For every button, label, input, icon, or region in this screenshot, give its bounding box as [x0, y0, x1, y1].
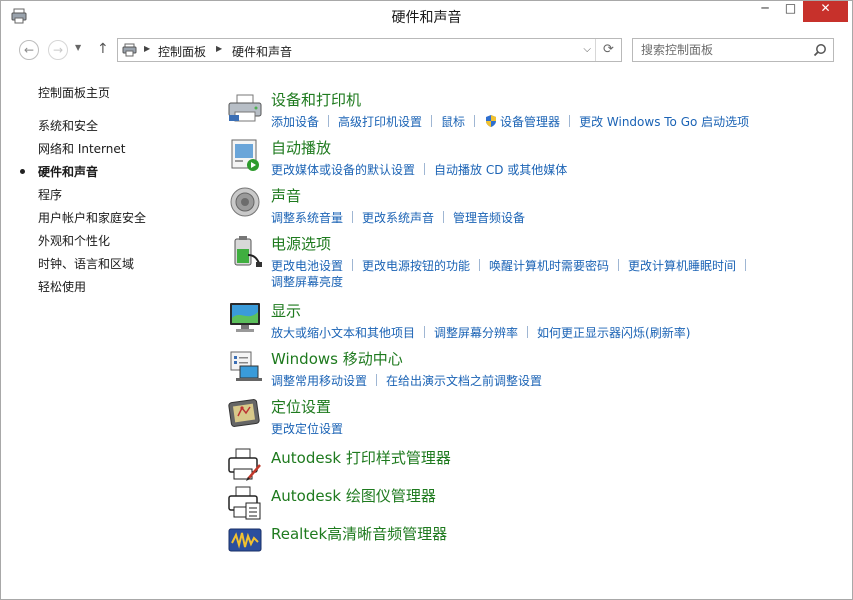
sidebar-item-network[interactable]: 网络和 Internet — [38, 140, 125, 157]
category-title[interactable]: Autodesk 绘图仪管理器 — [271, 485, 436, 506]
search-box[interactable] — [632, 38, 834, 62]
minimize-button[interactable]: ─ — [752, 1, 778, 22]
link-divider — [443, 211, 445, 223]
breadcrumb-separator-icon[interactable]: ▶ — [216, 44, 222, 53]
address-dropdown-icon[interactable]: ⌵ — [583, 44, 591, 55]
link-divider — [424, 326, 426, 338]
category-title[interactable]: 电源选项 — [271, 233, 331, 254]
recent-locations-dropdown-icon[interactable]: ▼ — [75, 43, 81, 52]
autoplay-cd-link[interactable]: 自动播放 CD 或其他媒体 — [434, 163, 567, 177]
category-title[interactable]: 定位设置 — [271, 396, 331, 417]
print-style-icon[interactable] — [226, 447, 264, 483]
link-divider — [328, 115, 330, 127]
link-divider — [745, 259, 747, 271]
sidebar-item-system-security[interactable]: 系统和安全 — [38, 117, 98, 134]
windows-to-go-link[interactable]: 更改 Windows To Go 启动选项 — [579, 115, 749, 129]
category-title[interactable]: 显示 — [271, 300, 301, 321]
category-links: 更改媒体或设备的默认设置 自动播放 CD 或其他媒体 — [271, 161, 567, 178]
link-divider — [527, 326, 529, 338]
back-button[interactable]: ← — [19, 40, 39, 60]
sidebar-item-ease-of-access[interactable]: 轻松使用 — [38, 278, 86, 295]
window-title: 硬件和声音 — [391, 10, 462, 26]
sidebar-item-user-accounts[interactable]: 用户帐户和家庭安全 — [38, 209, 146, 226]
text-size-link[interactable]: 放大或缩小文本和其他项目 — [271, 326, 415, 340]
link-divider — [479, 259, 481, 271]
advanced-printer-setup-link[interactable]: 高级打印机设置 — [338, 115, 422, 129]
link-divider — [618, 259, 620, 271]
refresh-button[interactable]: ⟳ — [595, 39, 621, 61]
uac-shield-icon — [486, 115, 497, 127]
sidebar-item-home[interactable]: 控制面板主页 — [38, 84, 110, 101]
title-bar: 硬件和声音 ─ □ ✕ — [1, 1, 852, 32]
link-divider — [424, 163, 426, 175]
laptop-icon[interactable] — [226, 348, 264, 384]
breadcrumb-hardware-sound[interactable]: 硬件和声音 — [232, 43, 292, 60]
category-title[interactable]: Autodesk 打印样式管理器 — [271, 447, 451, 468]
category-title[interactable]: 声音 — [271, 185, 301, 206]
sidebar-item-clock-region[interactable]: 时钟、语言和区域 — [38, 255, 134, 272]
sidebar-item-programs[interactable]: 程序 — [38, 186, 62, 203]
link-divider — [352, 211, 354, 223]
close-button[interactable]: ✕ — [803, 1, 848, 22]
mobility-settings-link[interactable]: 调整常用移动设置 — [271, 374, 367, 388]
change-media-defaults-link[interactable]: 更改媒体或设备的默认设置 — [271, 163, 415, 177]
control-panel-icon — [122, 43, 137, 57]
autoplay-icon[interactable] — [226, 137, 264, 173]
device-manager-link[interactable]: 设备管理器 — [500, 115, 560, 129]
adjust-volume-link[interactable]: 调整系统音量 — [271, 211, 343, 225]
change-sounds-link[interactable]: 更改系统声音 — [362, 211, 434, 225]
address-bar[interactable]: ▶ 控制面板 ▶ 硬件和声音 ⌵ ⟳ — [117, 38, 622, 62]
monitor-icon[interactable] — [226, 300, 264, 336]
search-icon[interactable] — [813, 43, 827, 57]
category-links: 调整常用移动设置 在给出演示文档之前调整设置 — [271, 372, 542, 389]
wake-password-link[interactable]: 唤醒计算机时需要密码 — [489, 259, 609, 273]
speaker-icon[interactable] — [226, 185, 264, 221]
add-device-link[interactable]: 添加设备 — [271, 115, 319, 129]
category-title[interactable]: 设备和打印机 — [271, 89, 361, 110]
maximize-button[interactable]: □ — [778, 1, 803, 22]
link-divider — [569, 115, 571, 127]
manage-audio-devices-link[interactable]: 管理音频设备 — [453, 211, 525, 225]
category-links: 调整系统音量 更改系统声音 管理音频设备 — [271, 209, 525, 226]
mouse-link[interactable]: 鼠标 — [441, 115, 465, 129]
sleep-time-link[interactable]: 更改计算机睡眠时间 — [628, 259, 736, 273]
search-input[interactable] — [633, 39, 803, 61]
active-bullet-icon — [20, 169, 25, 174]
change-location-settings-link[interactable]: 更改定位设置 — [271, 422, 343, 436]
category-links: 更改定位设置 — [271, 420, 343, 437]
window: 硬件和声音 ─ □ ✕ ← → ▼ ↑ ▶ 控制面板 ▶ 硬件和声音 ⌵ ⟳ 搜… — [0, 0, 853, 600]
adjust-brightness-link[interactable]: 调整屏幕亮度 — [271, 275, 343, 289]
category-links: 添加设备 高级打印机设置 鼠标 设备管理器 更改 Windows To Go 启动选项 — [271, 113, 749, 130]
breadcrumb-control-panel[interactable]: 控制面板 — [158, 43, 206, 60]
realtek-audio-icon[interactable] — [226, 523, 264, 559]
breadcrumb-separator-icon[interactable]: ▶ — [144, 44, 150, 53]
presentation-settings-link[interactable]: 在给出演示文档之前调整设置 — [386, 374, 542, 388]
printer-icon[interactable] — [226, 89, 264, 125]
category-links: 更改电池设置 更改电源按钮的功能 唤醒计算机时需要密码 更改计算机睡眠时间 — [271, 257, 755, 274]
up-button[interactable]: ↑ — [97, 41, 109, 57]
battery-icon[interactable] — [226, 233, 264, 269]
plotter-icon[interactable] — [226, 485, 264, 521]
refresh-rate-link[interactable]: 如何更正显示器闪烁(刷新率) — [537, 326, 690, 340]
category-title[interactable]: 自动播放 — [271, 137, 331, 158]
link-divider — [352, 259, 354, 271]
link-divider — [474, 115, 476, 127]
screen-resolution-link[interactable]: 调整屏幕分辨率 — [434, 326, 518, 340]
forward-button[interactable]: → — [48, 40, 68, 60]
sidebar-item-appearance[interactable]: 外观和个性化 — [38, 232, 110, 249]
category-title[interactable]: Windows 移动中心 — [271, 348, 403, 369]
navigation-bar: ← → ▼ ↑ ▶ 控制面板 ▶ 硬件和声音 ⌵ ⟳ — [1, 32, 852, 66]
power-button-function-link[interactable]: 更改电源按钮的功能 — [362, 259, 470, 273]
link-divider — [376, 374, 378, 386]
category-title[interactable]: Realtek高清晰音频管理器 — [271, 523, 447, 544]
location-icon[interactable] — [226, 396, 264, 432]
link-divider — [431, 115, 433, 127]
change-battery-settings-link[interactable]: 更改电池设置 — [271, 259, 343, 273]
sidebar-item-hardware-sound[interactable]: 硬件和声音 — [38, 163, 98, 180]
category-links-line-2: 调整屏幕亮度 — [271, 273, 343, 290]
category-links: 放大或缩小文本和其他项目 调整屏幕分辨率 如何更正显示器闪烁(刷新率) — [271, 324, 690, 341]
